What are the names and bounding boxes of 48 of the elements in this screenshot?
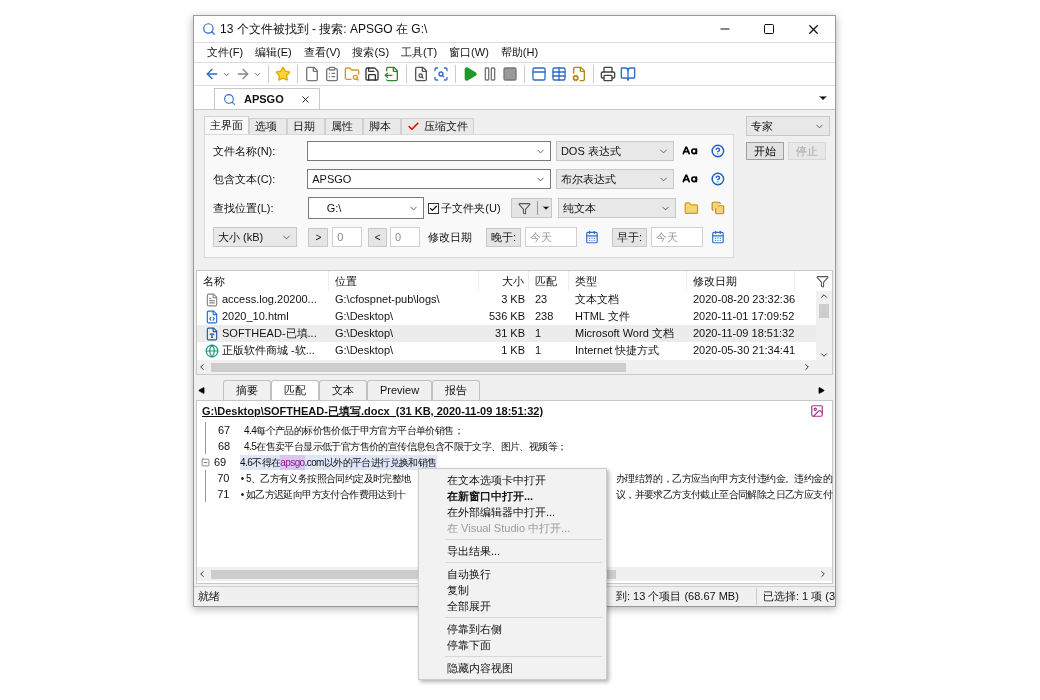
location-cell-text: G:\Desktop\ bbox=[334, 343, 395, 359]
line-number: 68 bbox=[217, 438, 232, 454]
modified-cell-text: 2020-08-20 23:32:36 bbox=[692, 292, 795, 308]
size-cell-text: 3 KB bbox=[500, 292, 526, 308]
line-text: .com以外的平台进行兑换和销售 bbox=[304, 455, 437, 470]
match-count-cell-text: 1 bbox=[534, 326, 543, 342]
size-cell-text: 536 KB bbox=[487, 309, 526, 325]
location-cell-text: G:\cfospnet-pub\logs\ bbox=[334, 292, 441, 308]
status-text: 到: 13 个项目 (68.67 MB) bbox=[612, 588, 757, 605]
location-cell-text: G:\Desktop\ bbox=[334, 309, 395, 325]
line-number: 67 bbox=[217, 422, 232, 438]
match-count-cell-text: 23 bbox=[534, 292, 549, 308]
checkbox-label: 子文件夹(U) bbox=[441, 200, 501, 216]
window-title: 13 个文件被找到 - 搜索: APSGO 在 G:\ bbox=[220, 21, 428, 38]
file-name: 正版软件商城 -软... bbox=[222, 343, 315, 359]
file-name: SOFTHEAD-已填... bbox=[222, 326, 317, 342]
size-cell-text: 1 KB bbox=[500, 343, 526, 359]
field-label: 文件名称(N): bbox=[213, 143, 277, 159]
file-heading: G:\Desktop\SOFTHEAD-已填写.docx (31 KB, 2020-11-09 18:51:32) bbox=[202, 403, 544, 419]
line-number: 69 bbox=[213, 454, 228, 470]
modified-cell-text: 2020-05-30 21:34:41 bbox=[692, 343, 795, 359]
location-cell-text: G:\Desktop\ bbox=[334, 326, 395, 342]
line-text: 办理结算的，乙方应当向甲方支付违约金。违约金的 bbox=[615, 471, 832, 486]
file-name: access.log.20200... bbox=[222, 292, 317, 308]
line-text: 4.5在售卖平台显示低于官方售价的宣传信息包含不限于文字、图片、视频等； bbox=[244, 439, 567, 454]
file-name: 2020_10.html bbox=[222, 309, 289, 325]
date-label: 修改日期 bbox=[428, 229, 473, 245]
line-text: 4.4每个产品的标价售价低于甲方官方平台单价销售； bbox=[244, 423, 463, 438]
status-text: 就绪 bbox=[198, 589, 220, 605]
line-number: 71 bbox=[216, 486, 231, 502]
line-number: 70 bbox=[216, 470, 231, 486]
match-count-cell-text: 1 bbox=[534, 343, 543, 359]
field-label: 包含文本(C): bbox=[213, 171, 277, 187]
type-cell-text: Microsoft Word 文档 bbox=[574, 326, 675, 342]
field-label: 查找位置(L): bbox=[213, 200, 275, 216]
line-text: • 如乙方迟延向甲方支付合作费用达到十 bbox=[240, 487, 407, 502]
size-cell-text: 31 KB bbox=[494, 326, 526, 342]
line-text: • 5、乙方有义务按照合同约定及时完整地 bbox=[240, 471, 412, 486]
type-cell-text: HTML 文件 bbox=[574, 309, 631, 325]
status-text: 已选择: 1 项 (3 bbox=[761, 589, 835, 605]
modified-cell-text: 2020-11-09 18:51:32 bbox=[692, 326, 795, 342]
match-highlight: apsgo bbox=[280, 454, 305, 470]
type-cell-text: Internet 快捷方式 bbox=[574, 343, 661, 359]
match-count-cell-text: 238 bbox=[534, 309, 555, 325]
type-cell-text: 文本文档 bbox=[574, 292, 620, 308]
modified-cell-text: 2020-11-01 17:09:52 bbox=[692, 309, 795, 325]
line-text: 4.6不得在 bbox=[240, 455, 281, 470]
line-text: 议，并要求乙方支付截止至合同解除之日乙方应支付 bbox=[615, 487, 832, 502]
